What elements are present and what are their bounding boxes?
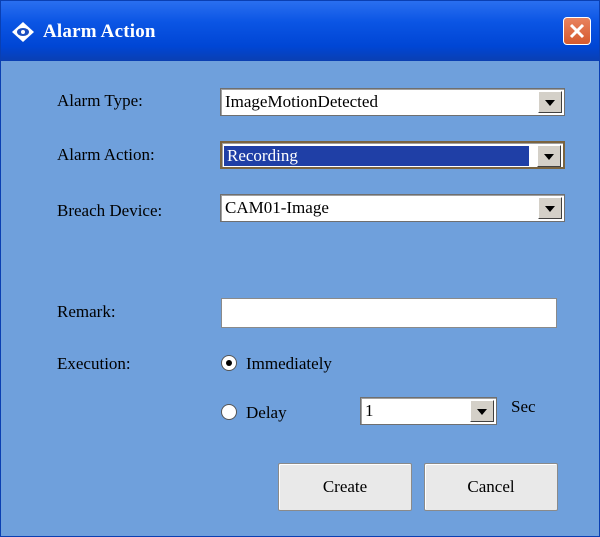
execution-label: Execution:: [57, 354, 131, 373]
alarm-action-dropdown-button[interactable]: [537, 145, 561, 167]
breach-device-label: Breach Device:: [57, 201, 163, 220]
delay-seconds-value: 1: [365, 401, 374, 420]
delay-unit-label: Sec: [511, 397, 536, 416]
delay-seconds-dropdown-button[interactable]: [470, 400, 494, 422]
remark-label: Remark:: [57, 302, 116, 321]
close-button[interactable]: [563, 17, 591, 45]
alarm-type-label: Alarm Type:: [57, 91, 143, 110]
immediately-label[interactable]: Immediately: [246, 354, 332, 374]
create-button[interactable]: Create: [278, 463, 412, 511]
delay-radio[interactable]: [221, 404, 237, 420]
cancel-button[interactable]: Cancel: [424, 463, 558, 511]
remark-input[interactable]: [221, 298, 557, 328]
eye-diamond-icon: [12, 22, 34, 42]
dialog-body: Alarm Type: ImageMotionDetected Alarm Ac…: [13, 61, 589, 527]
breach-device-value: CAM01-Image: [225, 198, 329, 217]
alarm-action-label: Alarm Action:: [57, 145, 155, 164]
alarm-type-select[interactable]: ImageMotionDetected: [220, 88, 565, 116]
alarm-action-select[interactable]: Recording: [220, 141, 565, 169]
alarm-action-dialog: Alarm Action Alarm Type: ImageMotionDete…: [0, 0, 600, 537]
close-icon: [569, 23, 585, 39]
alarm-type-dropdown-button[interactable]: [538, 91, 562, 113]
immediately-radio[interactable]: [221, 355, 237, 371]
title-bar[interactable]: Alarm Action: [1, 1, 599, 61]
delay-label[interactable]: Delay: [246, 403, 287, 423]
alarm-type-value: ImageMotionDetected: [225, 92, 378, 111]
alarm-action-value: Recording: [224, 146, 529, 166]
delay-seconds-select[interactable]: 1: [360, 397, 497, 425]
breach-device-dropdown-button[interactable]: [538, 197, 562, 219]
breach-device-select[interactable]: CAM01-Image: [220, 194, 565, 222]
window-title: Alarm Action: [43, 21, 156, 42]
